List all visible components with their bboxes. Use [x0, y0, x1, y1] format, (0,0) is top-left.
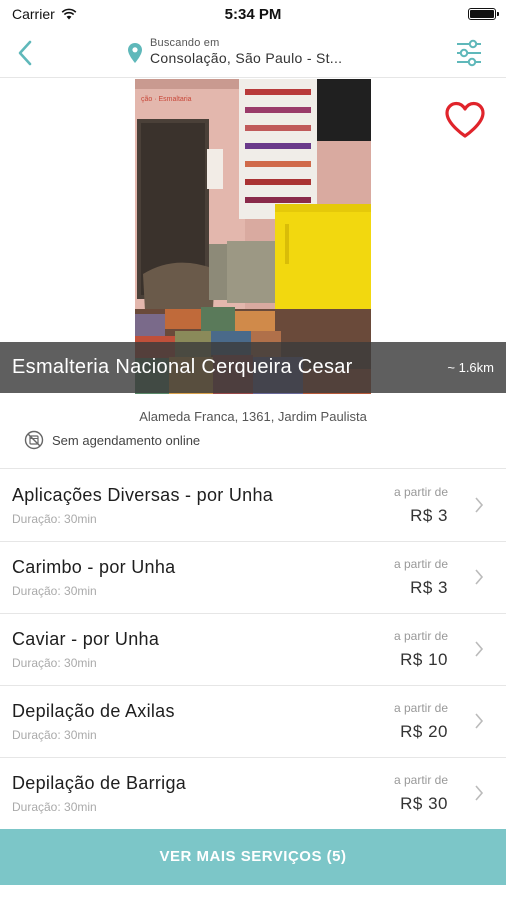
service-from-label: a partir de — [393, 557, 448, 571]
chevron-right-icon — [475, 641, 484, 657]
location-selector[interactable]: Buscando em Consolação, São Paulo - St..… — [128, 37, 342, 66]
service-name: Depilação de Barriga — [12, 773, 187, 793]
location-value: Consolação, São Paulo - St... — [150, 50, 343, 66]
filter-button[interactable] — [454, 38, 484, 68]
more-services-button[interactable]: VER MAIS SERVIÇOS (5) — [0, 829, 506, 885]
service-price: R$ 3 — [410, 578, 448, 597]
service-row[interactable]: Aplicações Diversas - por Unha Duração: … — [0, 470, 506, 542]
service-duration: Duração: 30min — [12, 800, 97, 814]
salon-info: Alameda Franca, 1361, Jardim Paulista Se… — [0, 395, 506, 469]
service-duration: Duração: 30min — [12, 656, 97, 670]
chevron-right-icon — [475, 785, 484, 801]
chevron-right-icon — [475, 569, 484, 585]
chevron-right-icon — [475, 497, 484, 513]
service-name: Carimbo - por Unha — [12, 557, 176, 577]
service-price: R$ 10 — [400, 650, 448, 669]
location-label: Buscando em — [150, 37, 220, 49]
service-from-label: a partir de — [393, 485, 448, 499]
salon-address: Alameda Franca, 1361, Jardim Paulista — [139, 409, 367, 424]
location-text: Buscando em Consolação, São Paulo - St..… — [150, 37, 342, 66]
service-name: Aplicações Diversas - por Unha — [12, 485, 274, 505]
heart-icon — [445, 101, 485, 138]
chevron-left-icon — [18, 40, 32, 66]
service-price: R$ 30 — [400, 794, 448, 813]
back-button[interactable] — [10, 36, 40, 70]
status-bar: Carrier 5:34 PM — [0, 0, 506, 28]
service-from-label: a partir de — [393, 773, 448, 787]
nav-bar: Buscando em Consolação, São Paulo - St..… — [0, 28, 506, 78]
salon-hero: ção · Esmaltaria Esmalteria Nacional Cer… — [0, 79, 506, 394]
booking-status-label: Sem agendamento online — [52, 432, 201, 448]
service-duration: Duração: 30min — [12, 512, 97, 526]
service-price: R$ 3 — [410, 506, 448, 525]
salon-name: Esmalteria Nacional Cerqueira Cesar — [12, 356, 353, 378]
service-row[interactable]: Depilação de Axilas Duração: 30min a par… — [0, 686, 506, 758]
salon-name-bar: Esmalteria Nacional Cerqueira Cesar ~ 1.… — [0, 342, 506, 393]
service-row[interactable]: Caviar - por Unha Duração: 30min a parti… — [0, 614, 506, 686]
service-name: Depilação de Axilas — [12, 701, 175, 721]
chevron-right-icon — [475, 713, 484, 729]
service-price: R$ 20 — [400, 722, 448, 741]
service-name: Caviar - por Unha — [12, 629, 160, 649]
no-online-booking-icon — [24, 430, 44, 450]
service-duration: Duração: 30min — [12, 584, 97, 598]
booking-status: Sem agendamento online — [24, 430, 200, 450]
battery-icon — [468, 8, 499, 20]
service-row[interactable]: Depilação de Barriga Duração: 30min a pa… — [0, 758, 506, 830]
status-time: 5:34 PM — [224, 5, 282, 23]
svg-text:ção · Esmaltaria: ção · Esmaltaria — [141, 96, 192, 103]
services-list: Aplicações Diversas - por Unha Duração: … — [0, 470, 506, 830]
service-row[interactable]: Carimbo - por Unha Duração: 30min a part… — [0, 542, 506, 614]
service-from-label: a partir de — [393, 701, 448, 715]
service-from-label: a partir de — [393, 629, 448, 643]
favorite-button[interactable] — [444, 101, 486, 141]
sliders-icon — [457, 39, 481, 67]
service-duration: Duração: 30min — [12, 728, 97, 742]
map-pin-icon — [128, 43, 142, 63]
salon-distance: ~ 1.6km — [447, 360, 494, 375]
